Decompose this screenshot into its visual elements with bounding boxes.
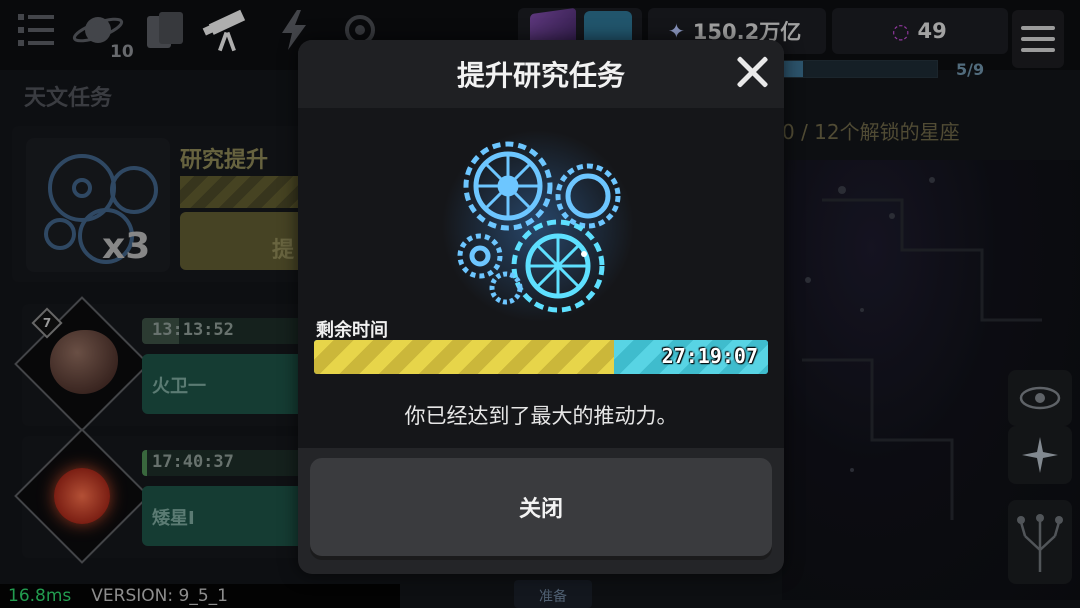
dialog-header: 提升研究任务 <box>298 40 784 108</box>
research-progress-bar: 27:19:07 <box>314 340 768 374</box>
elapsed-fill <box>314 340 614 374</box>
close-icon[interactable] <box>734 54 770 90</box>
dialog-title: 提升研究任务 <box>456 59 625 92</box>
remaining-time-label: 剩余时间 <box>316 320 388 341</box>
max-boost-message: 你已经达到了最大的推动力。 <box>404 404 678 428</box>
gears-icon <box>438 126 638 326</box>
dialog-body: 剩余时间 27:19:07 你已经达到了最大的推动力。 <box>298 108 784 448</box>
remaining-time-value: 27:19:07 <box>661 344 758 368</box>
close-button[interactable]: 关闭 <box>310 458 772 556</box>
boost-research-dialog: 提升研究任务 剩余时间 27:19:07 你已经达到了最大的推动力。 关闭 <box>298 40 784 574</box>
game-screen: 10 ✦ 150.2万亿 ◌ 49 5/9 天文任务 x3 研究提升 提 7 1… <box>0 0 1080 608</box>
